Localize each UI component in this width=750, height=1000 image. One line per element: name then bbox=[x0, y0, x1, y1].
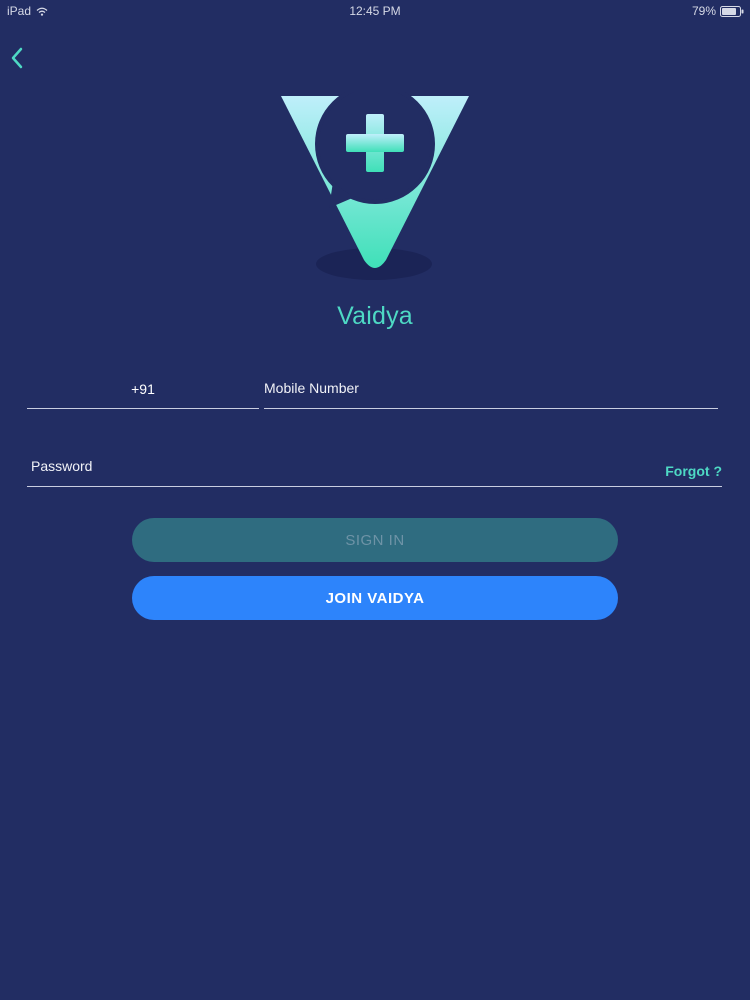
status-bar: iPad 12:45 PM 79% bbox=[0, 0, 750, 22]
status-time: 12:45 PM bbox=[349, 4, 401, 18]
password-field[interactable] bbox=[27, 446, 722, 487]
chevron-left-icon bbox=[11, 47, 23, 69]
status-right: 79% bbox=[692, 4, 744, 18]
forgot-password-link[interactable]: Forgot ? bbox=[665, 463, 722, 479]
mobile-number-field[interactable] bbox=[264, 368, 718, 409]
app-name: Vaidya bbox=[337, 302, 413, 330]
country-code-input[interactable] bbox=[27, 368, 259, 408]
country-code-field[interactable] bbox=[27, 368, 259, 409]
password-input[interactable] bbox=[27, 446, 647, 486]
app-logo bbox=[281, 92, 469, 280]
join-button[interactable]: JOIN VAIDYA bbox=[132, 576, 618, 620]
battery-icon bbox=[720, 5, 744, 17]
battery-percent: 79% bbox=[691, 4, 716, 18]
sign-in-button[interactable]: SIGN IN bbox=[132, 518, 618, 562]
login-screen: iPad 12:45 PM 79% Vaidya +91 Mobile Numb… bbox=[0, 0, 750, 1000]
back-button[interactable] bbox=[4, 44, 30, 72]
mobile-number-input[interactable] bbox=[264, 368, 718, 408]
